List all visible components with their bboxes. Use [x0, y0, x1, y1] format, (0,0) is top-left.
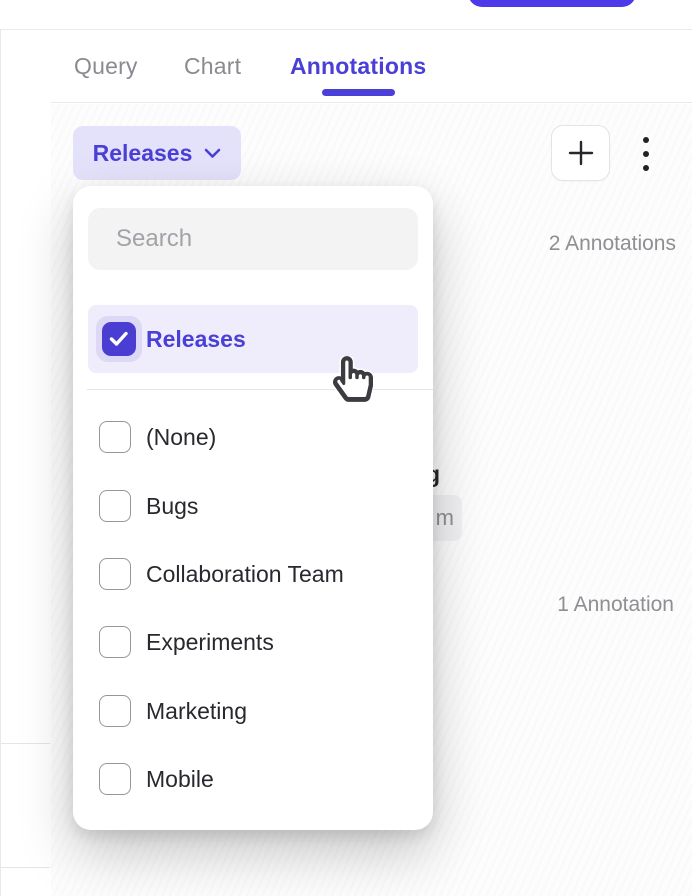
dropdown-item-marketing[interactable]: Marketing: [88, 677, 418, 745]
kebab-icon: [643, 165, 649, 171]
annotation-count-top: 2 Annotations: [549, 232, 676, 256]
checkbox-unchecked[interactable]: [99, 763, 131, 795]
rail-divider: [1, 867, 50, 868]
dropdown-item-label: Bugs: [146, 493, 198, 520]
releases-filter-button[interactable]: Releases: [73, 126, 241, 180]
dropdown-item-mobile[interactable]: Mobile: [88, 745, 418, 813]
plus-icon: [567, 139, 595, 167]
kebab-icon: [643, 137, 649, 143]
checkbox-checked[interactable]: [102, 322, 136, 356]
dropdown-item-bugs[interactable]: Bugs: [88, 472, 418, 540]
checkbox-focus-halo: [96, 316, 142, 362]
rail-divider: [1, 743, 50, 744]
annotation-count-bottom: 1 Annotation: [557, 593, 674, 617]
checkbox-unchecked[interactable]: [99, 421, 131, 453]
dropdown-item-label: Collaboration Team: [146, 561, 344, 588]
tabs-bar: Query Chart Annotations: [51, 30, 692, 103]
dropdown-item-label: Mobile: [146, 766, 214, 793]
left-rail: [0, 30, 50, 896]
search-input[interactable]: [116, 225, 426, 253]
releases-filter-label: Releases: [93, 140, 193, 167]
dropdown-item-label: (None): [146, 424, 216, 451]
dropdown-item-label: Experiments: [146, 629, 274, 656]
dropdown-item-experiments[interactable]: Experiments: [88, 608, 418, 676]
kebab-icon: [643, 151, 649, 157]
pointer-hand-cursor: [333, 356, 373, 402]
dropdown-divider: [87, 389, 433, 390]
chevron-down-icon: [204, 148, 221, 159]
tab-query[interactable]: Query: [74, 30, 138, 102]
more-options-button[interactable]: [632, 130, 660, 178]
checkbox-unchecked[interactable]: [99, 626, 131, 658]
add-annotation-button[interactable]: [551, 125, 610, 181]
dropdown-item-collaboration-team[interactable]: Collaboration Team: [88, 540, 418, 608]
annotations-screen: Query Chart Annotations Releases 2 Annot…: [0, 0, 692, 896]
checkbox-unchecked[interactable]: [99, 695, 131, 727]
dropdown-item-none[interactable]: (None): [88, 403, 418, 471]
dropdown-item-label: Releases: [146, 326, 246, 353]
active-tab-underline: [322, 89, 395, 96]
checkbox-unchecked[interactable]: [99, 558, 131, 590]
checkbox-unchecked[interactable]: [99, 490, 131, 522]
dropdown-search-box[interactable]: [88, 208, 418, 270]
dropdown-item-label: Marketing: [146, 698, 247, 725]
releases-filter-dropdown: Releases (None) Bugs Collaboration Team …: [73, 186, 433, 830]
top-header-strip: [0, 0, 692, 30]
occluded-chip-text: m: [436, 505, 454, 531]
tab-chart[interactable]: Chart: [184, 30, 241, 102]
primary-action-button-partial[interactable]: [468, 0, 636, 7]
checkmark-icon: [109, 331, 129, 347]
